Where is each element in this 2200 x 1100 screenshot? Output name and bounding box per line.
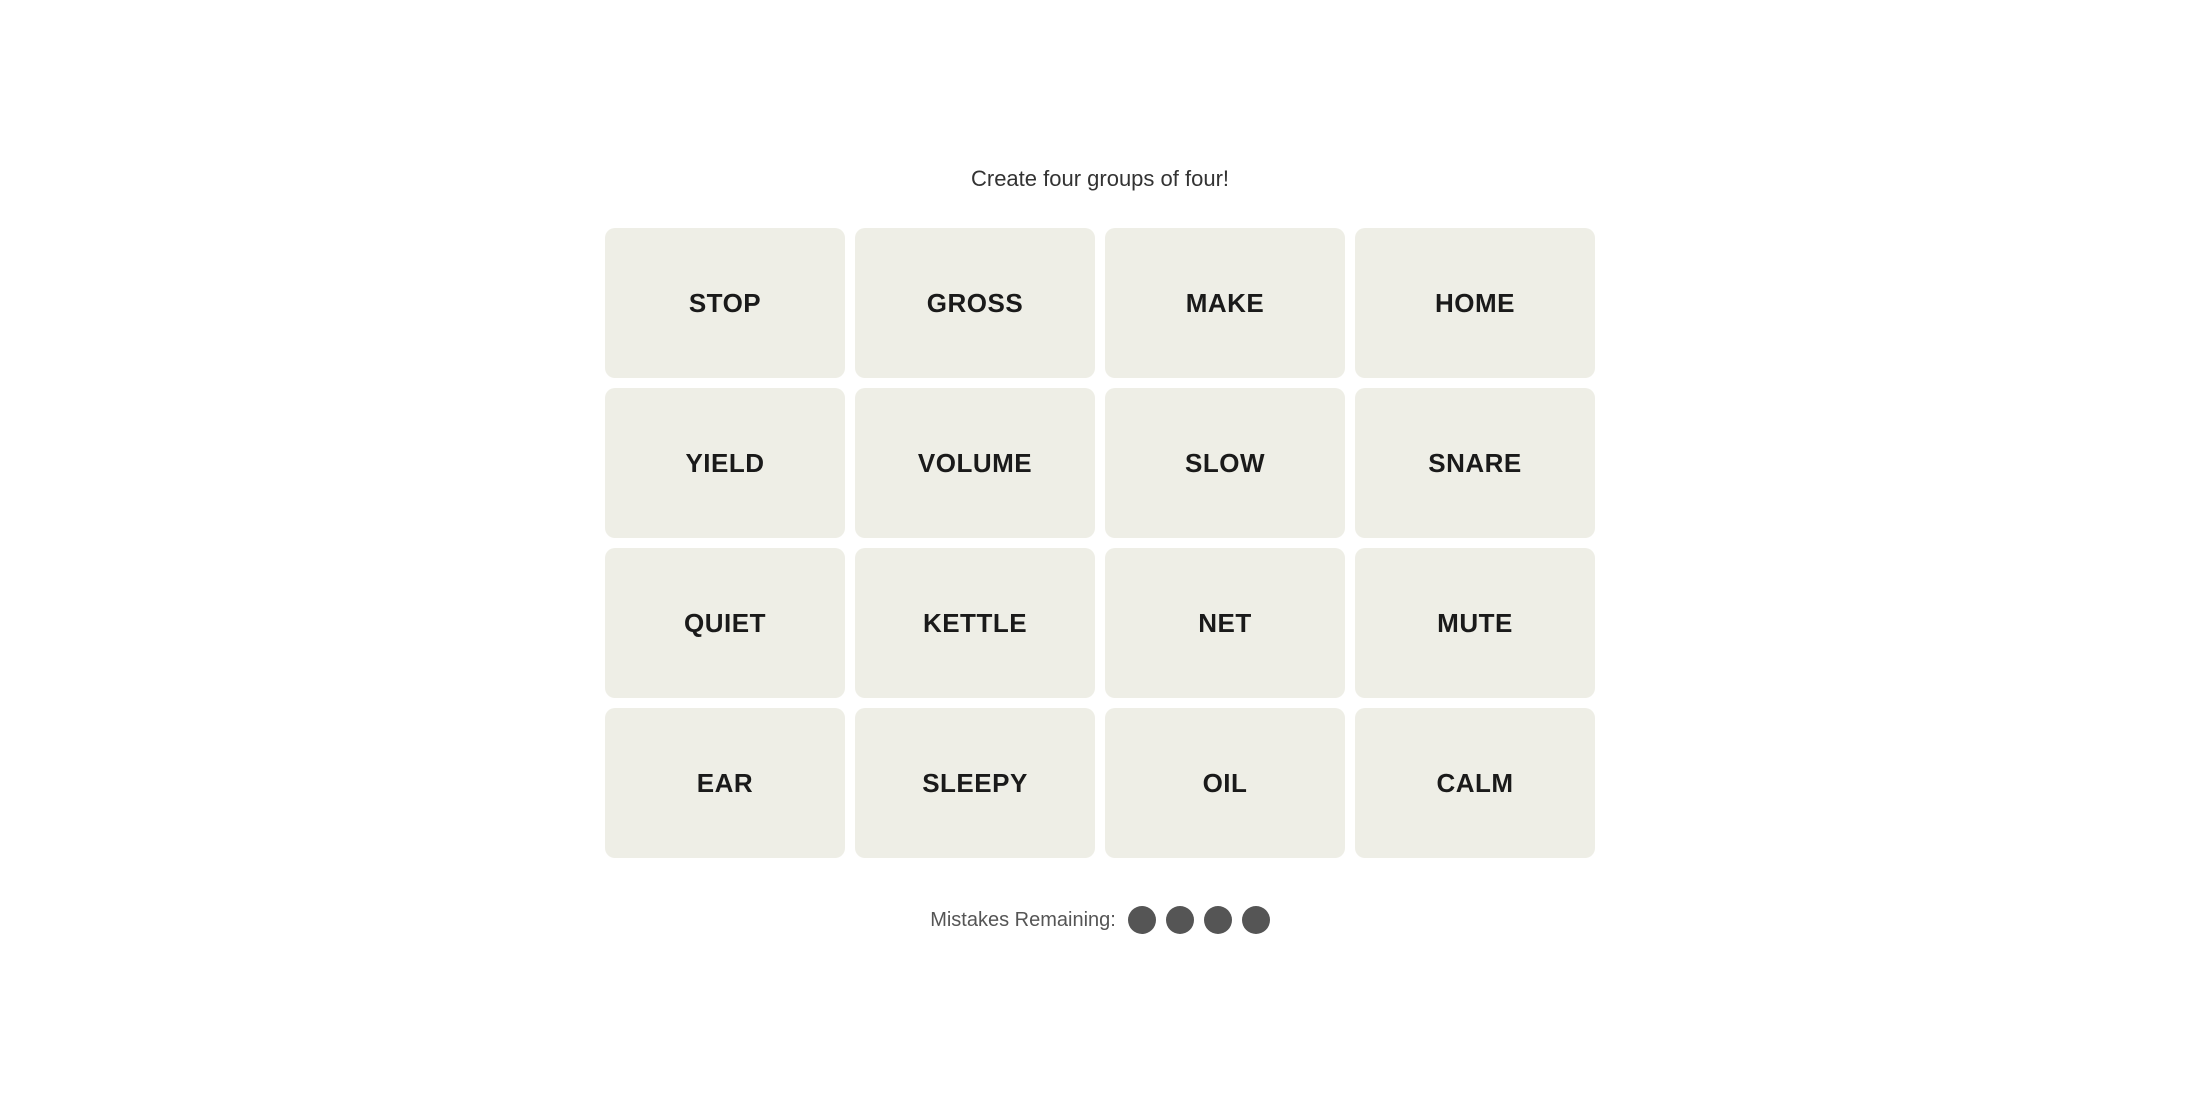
tile-ear-label: EAR <box>697 768 753 799</box>
tile-mute-label: MUTE <box>1437 608 1513 639</box>
game-subtitle: Create four groups of four! <box>971 166 1229 192</box>
tile-gross-label: GROSS <box>927 288 1023 319</box>
tile-quiet-label: QUIET <box>684 608 766 639</box>
tile-net-label: NET <box>1198 608 1252 639</box>
tile-snare[interactable]: SNARE <box>1355 388 1595 538</box>
tile-yield[interactable]: YIELD <box>605 388 845 538</box>
tile-slow[interactable]: SLOW <box>1105 388 1345 538</box>
tile-sleepy[interactable]: SLEEPY <box>855 708 1095 858</box>
tile-kettle[interactable]: KETTLE <box>855 548 1095 698</box>
tile-sleepy-label: SLEEPY <box>922 768 1028 799</box>
tile-volume[interactable]: VOLUME <box>855 388 1095 538</box>
mistake-dot-2 <box>1166 906 1194 934</box>
tile-yield-label: YIELD <box>685 448 764 479</box>
mistake-dot-1 <box>1128 906 1156 934</box>
tile-net[interactable]: NET <box>1105 548 1345 698</box>
tile-make-label: MAKE <box>1186 288 1265 319</box>
tile-stop-label: STOP <box>689 288 761 319</box>
tile-home[interactable]: HOME <box>1355 228 1595 378</box>
mistake-dot-4 <box>1242 906 1270 934</box>
mistakes-row: Mistakes Remaining: <box>930 906 1270 934</box>
tile-oil-label: OIL <box>1203 768 1248 799</box>
mistakes-dots <box>1128 906 1270 934</box>
word-grid: STOP GROSS MAKE HOME YIELD VOLUME SLOW SNARE QUI… <box>605 228 1595 858</box>
tile-make[interactable]: MAKE <box>1105 228 1345 378</box>
tile-kettle-label: KETTLE <box>923 608 1027 639</box>
tile-quiet[interactable]: QUIET <box>605 548 845 698</box>
tile-gross[interactable]: GROSS <box>855 228 1095 378</box>
tile-slow-label: SLOW <box>1185 448 1265 479</box>
tile-snare-label: SNARE <box>1428 448 1522 479</box>
tile-stop[interactable]: STOP <box>605 228 845 378</box>
tile-volume-label: VOLUME <box>918 448 1032 479</box>
tile-ear[interactable]: EAR <box>605 708 845 858</box>
tile-mute[interactable]: MUTE <box>1355 548 1595 698</box>
tile-oil[interactable]: OIL <box>1105 708 1345 858</box>
tile-home-label: HOME <box>1435 288 1515 319</box>
mistakes-label: Mistakes Remaining: <box>930 909 1116 932</box>
tile-calm[interactable]: CALM <box>1355 708 1595 858</box>
mistake-dot-3 <box>1204 906 1232 934</box>
tile-calm-label: CALM <box>1436 768 1513 799</box>
